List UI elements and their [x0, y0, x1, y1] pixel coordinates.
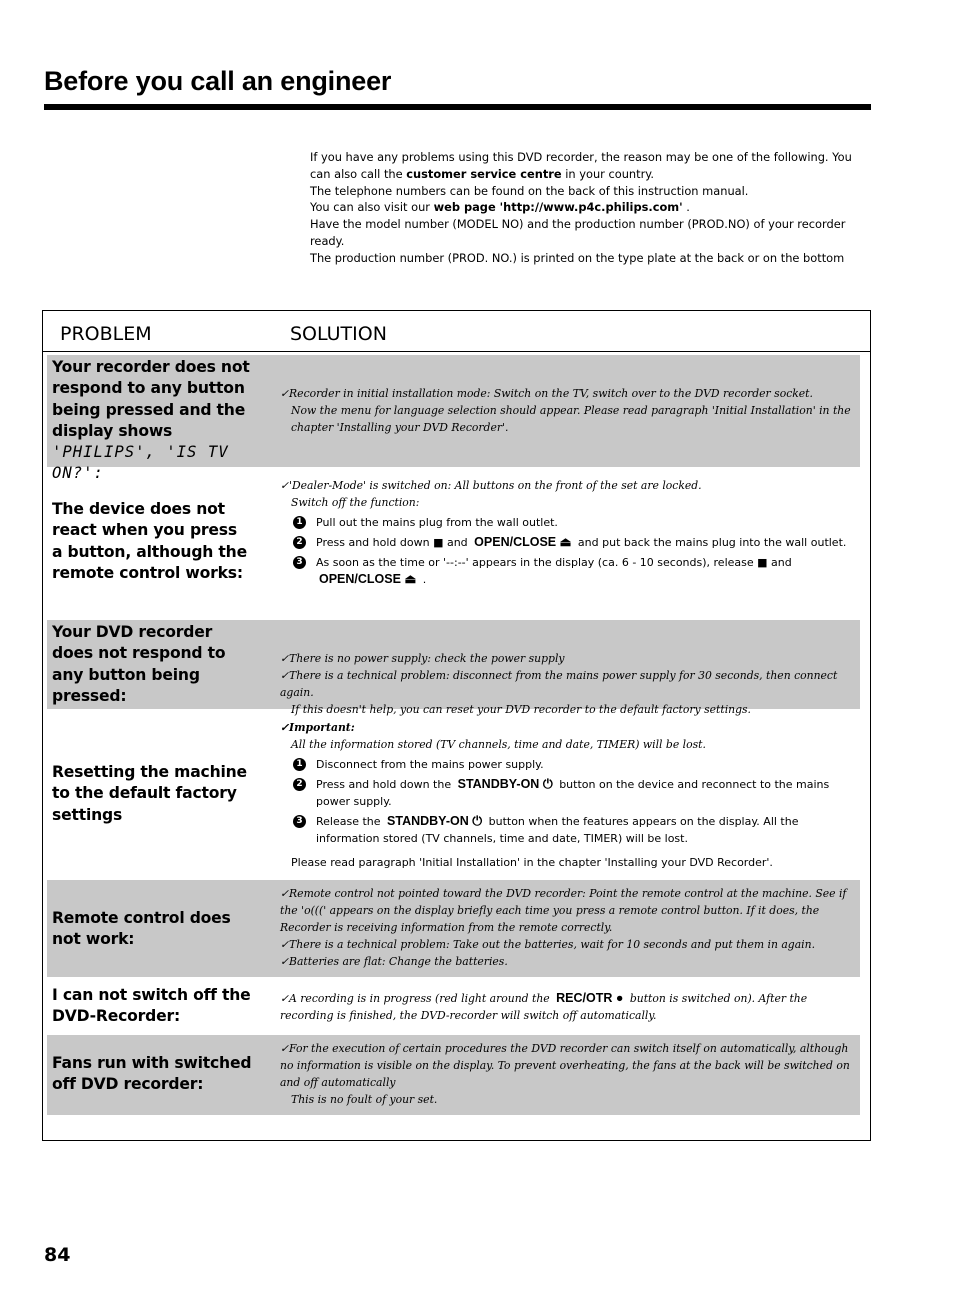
power-icon: ⏻	[472, 814, 483, 828]
table-row: Remote control does not work: ✓Remote co…	[47, 880, 860, 977]
problem-text: The device does not react when you press…	[52, 500, 247, 582]
eject-icon: ⏏	[404, 572, 417, 586]
table-header: PROBLEM SOLUTION	[43, 311, 870, 352]
step-number-icon: 2	[293, 536, 306, 549]
intro-text: If you have any problems using this DVD …	[310, 149, 872, 267]
problem-text: Your DVD recorder does not respond to an…	[52, 623, 226, 705]
header-solution: SOLUTION	[290, 323, 387, 345]
stop-icon: ■	[433, 536, 444, 549]
page-number: 84	[44, 1244, 71, 1266]
problem-text: Your recorder does not respond to any bu…	[52, 358, 250, 483]
table-row: Your DVD recorder does not respond to an…	[47, 620, 860, 716]
solution-text: ✓Remote control not pointed toward the D…	[280, 887, 847, 968]
table-row: Fans run with switched off DVD recorder:…	[47, 1035, 860, 1115]
solution-text: ✓Recorder in initial installation mode: …	[280, 387, 851, 434]
page-title: Before you call an engineer	[44, 66, 392, 96]
open-close-key: OPEN/CLOSE ⏏	[474, 535, 572, 549]
record-icon: ●	[615, 991, 624, 1005]
solution-text: ✓A recording is in progress (red light a…	[280, 991, 808, 1022]
table-row: Your recorder does not respond to any bu…	[47, 355, 860, 482]
intro-line: If you have any problems using this DVD …	[310, 150, 852, 181]
intro-line: The production number (PROD. NO.) is pri…	[310, 250, 845, 265]
solution-text: ✓For the execution of certain procedures…	[280, 1042, 850, 1106]
solution-text: ✓Important: All the information stored (…	[280, 719, 855, 871]
table-row: I can not switch off the DVD-Recorder: ✓…	[47, 979, 860, 1034]
important-label: ✓Important:	[280, 721, 355, 734]
table-row: The device does not react when you press…	[47, 469, 860, 619]
web-link[interactable]: web page 'http://www.p4c.philips.com'	[434, 200, 683, 214]
step-number-icon: 1	[293, 758, 306, 771]
solution-text: ✓'Dealer-Mode' is switched on: All butto…	[280, 477, 855, 588]
header-problem: PROBLEM	[60, 323, 152, 345]
problem-text: Resetting the machine to the default fac…	[52, 763, 247, 824]
step-item: 3 As soon as the time or '--:--' appears …	[280, 554, 855, 588]
standby-on-key: STANDBY-ON ⏻	[457, 777, 553, 791]
intro-line: Have the model number (MODEL NO) and the…	[310, 217, 846, 248]
problem-text: Remote control does not work:	[52, 909, 231, 949]
step-item: 3 Release the STANDBY-ON ⏻ button when th…	[280, 813, 855, 847]
step-item: 2 Press and hold down ■ and OPEN/CLOSE ⏏ …	[280, 534, 855, 551]
step-number-icon: 2	[293, 778, 306, 791]
troubleshooting-table: PROBLEM SOLUTION Your recorder does not …	[42, 310, 871, 1141]
step-number-icon: 1	[293, 516, 306, 529]
intro-line: The telephone numbers can be found on th…	[310, 183, 749, 198]
title-rule	[44, 104, 871, 110]
eject-icon: ⏏	[559, 535, 572, 549]
open-close-key: OPEN/CLOSE ⏏	[319, 572, 417, 586]
step-number-icon: 3	[293, 815, 306, 828]
step-number-icon: 3	[293, 556, 306, 569]
power-icon: ⏻	[542, 777, 553, 791]
solution-text: ✓There is no power supply: check the pow…	[280, 652, 838, 716]
problem-text: I can not switch off the DVD-Recorder:	[52, 986, 251, 1026]
rec-otr-key: REC/OTR ●	[556, 991, 624, 1005]
standby-on-key: STANDBY-ON ⏻	[387, 814, 483, 828]
step-item: 1 Pull out the mains plug from the wall o…	[280, 514, 855, 531]
table-row: Resetting the machine to the default fac…	[47, 711, 860, 879]
problem-text: Fans run with switched off DVD recorder:	[52, 1054, 252, 1094]
step-item: 1 Disconnect from the mains power supply.	[280, 756, 855, 773]
step-item: 2 Press and hold down the STANDBY-ON ⏻ bu…	[280, 776, 855, 810]
stop-icon: ■	[757, 556, 768, 569]
intro-line: You can also visit our web page 'http://…	[310, 200, 690, 215]
